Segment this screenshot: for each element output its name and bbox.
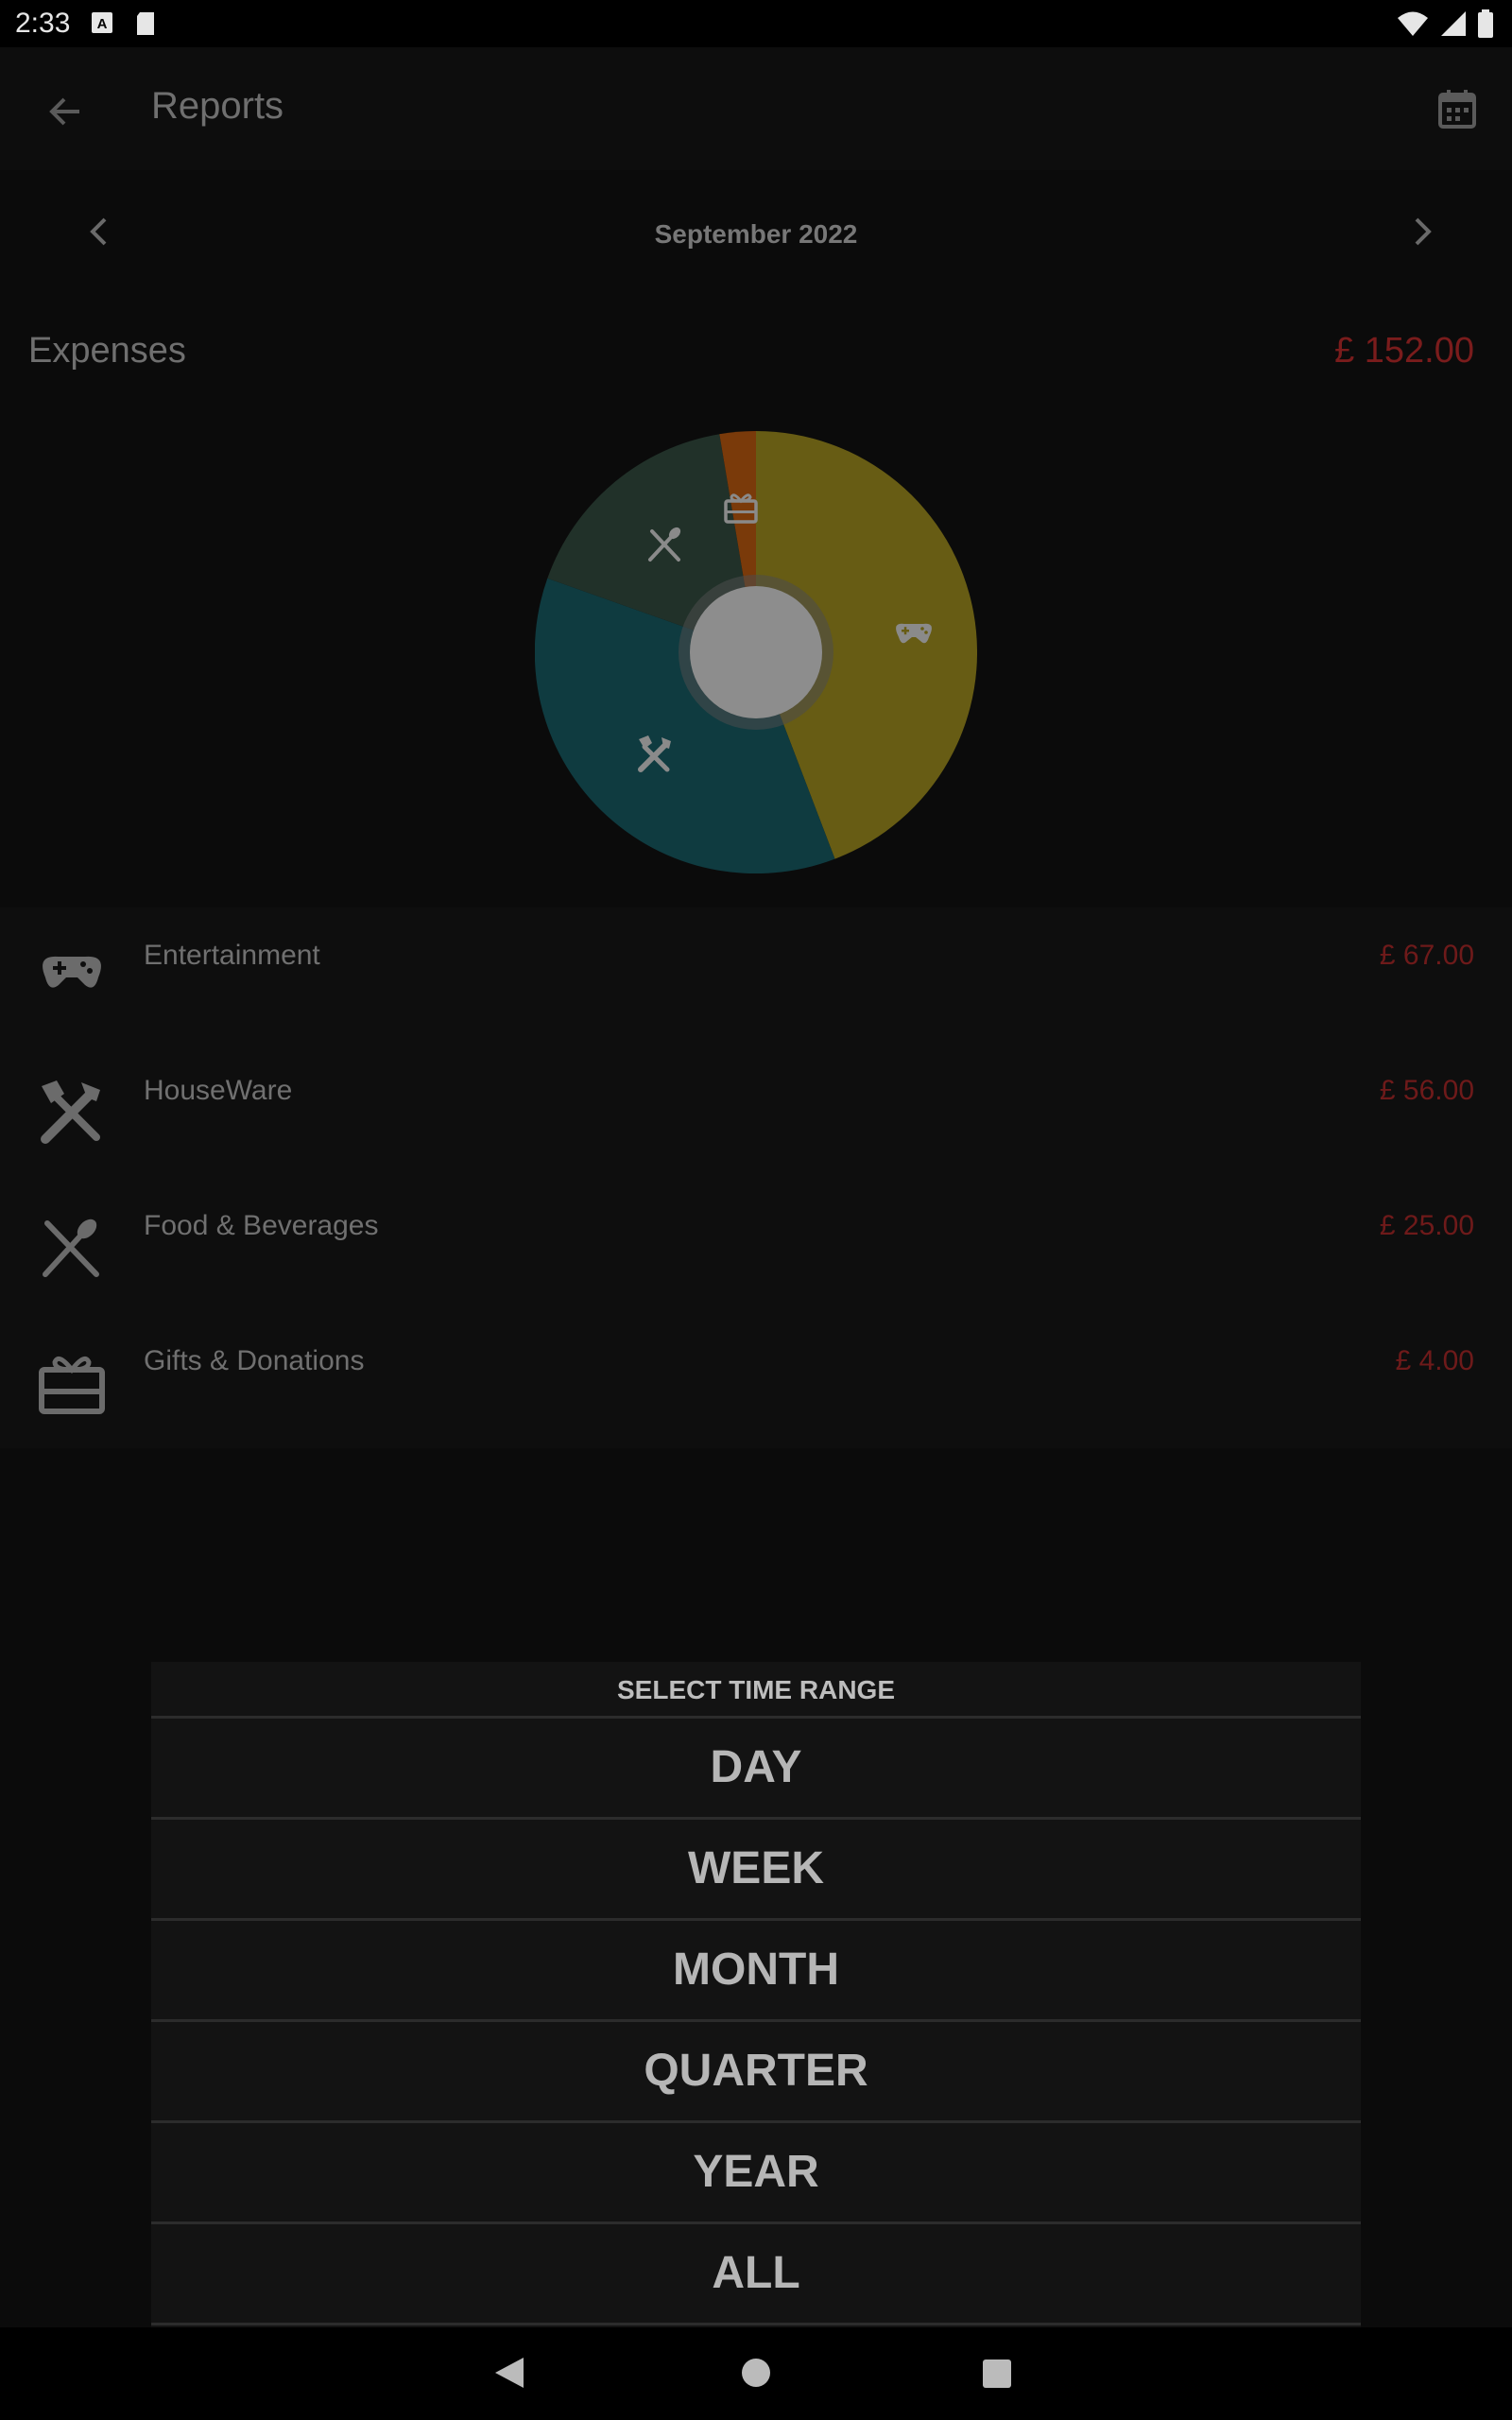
gift-card-icon (39, 1356, 105, 1414)
dialog-title: SELECT TIME RANGE (151, 1662, 1361, 1719)
battery-icon (1478, 9, 1493, 38)
nav-back-icon[interactable] (493, 2356, 525, 2390)
back-arrow-icon[interactable] (38, 83, 94, 140)
list-item-label: Gifts & Donations (144, 1345, 365, 1376)
option-all[interactable]: ALL (151, 2224, 1361, 2325)
list-item-amount: £ 56.00 (1379, 1075, 1474, 1106)
time-range-dialog: SELECT TIME RANGE DAY WEEK MONTH QUARTER… (151, 1662, 1361, 2327)
list-item-amount: £ 67.00 (1379, 940, 1474, 971)
wifi-icon (1398, 11, 1428, 36)
option-week[interactable]: WEEK (151, 1820, 1361, 1921)
expenses-total: £ 152.00 (1334, 331, 1474, 371)
signal-icon (1441, 11, 1466, 36)
list-item-amount: £ 25.00 (1379, 1210, 1474, 1241)
option-year[interactable]: YEAR (151, 2123, 1361, 2224)
list-item-amount: £ 4.00 (1395, 1345, 1474, 1376)
tools-icon (41, 1080, 100, 1144)
list-item-food[interactable]: Food & Beverages £ 25.00 (0, 1178, 1512, 1313)
page-title: Reports (151, 85, 284, 127)
system-nav-bar (0, 2327, 1512, 2420)
status-time: 2:33 (15, 8, 71, 39)
option-month[interactable]: MONTH (151, 1921, 1361, 2022)
status-bar: 2:33 A (0, 0, 1512, 47)
list-item-label: HouseWare (144, 1075, 293, 1106)
status-indicators (1397, 9, 1493, 38)
expense-pie-chart[interactable] (535, 431, 977, 873)
option-quarter[interactable]: QUARTER (151, 2022, 1361, 2123)
keyboard-a-icon: A (92, 12, 112, 33)
list-item-entertainment[interactable]: Entertainment £ 67.00 (0, 908, 1512, 1043)
svg-text:A: A (97, 16, 108, 32)
list-item-gifts[interactable]: Gifts & Donations £ 4.00 (0, 1313, 1512, 1448)
option-day[interactable]: DAY (151, 1719, 1361, 1820)
nav-recents-icon[interactable] (983, 2360, 1011, 2388)
list-item-houseware[interactable]: HouseWare £ 56.00 (0, 1043, 1512, 1178)
period-label[interactable]: September 2022 (0, 219, 1512, 250)
nav-home-icon[interactable] (741, 2358, 771, 2388)
calendar-icon[interactable] (1429, 81, 1486, 138)
period-navigator: September 2022 (0, 170, 1512, 293)
app-bar: Reports (0, 47, 1512, 170)
pie-center-hole (690, 586, 822, 718)
expenses-label: Expenses (28, 331, 186, 371)
gamepad-icon (43, 956, 101, 988)
list-item-label: Food & Beverages (144, 1210, 379, 1241)
sd-card-icon (137, 12, 154, 35)
category-list: Entertainment £ 67.00 HouseWare £ 56.00 … (0, 908, 1512, 1448)
utensils-icon (43, 1219, 99, 1277)
chevron-right-icon[interactable] (1399, 208, 1446, 255)
list-item-label: Entertainment (144, 940, 320, 971)
